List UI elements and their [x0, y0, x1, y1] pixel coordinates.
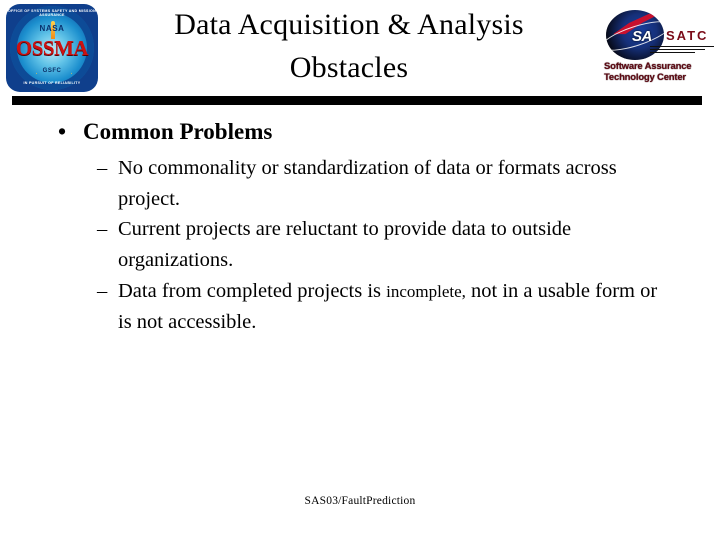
dash-marker-icon: –	[97, 156, 108, 179]
text-run: Data from completed projects is	[118, 279, 387, 302]
bullet-level2-label: Current projects are reluctant to provid…	[118, 218, 571, 271]
page-title-line-2: Obstacles	[289, 50, 409, 84]
satc-letters: SATC	[666, 28, 709, 43]
header-divider	[12, 96, 702, 105]
ossma-ring-text-top: OFFICE OF SYSTEMS SAFETY AND MISSION ASS…	[7, 9, 97, 17]
bullet-level1-label: Common Problems	[83, 119, 273, 144]
page-title-line-1: Data Acquisition & Analysis	[174, 8, 524, 41]
slide-body: • Common Problems – No commonality or st…	[0, 118, 720, 337]
slide-header: OFFICE OF SYSTEMS SAFETY AND MISSION ASS…	[0, 0, 720, 100]
ossma-ring-text-bottom: IN PURSUIT OF RELIABILITY	[23, 81, 81, 85]
ossma-seal-logo: OFFICE OF SYSTEMS SAFETY AND MISSION ASS…	[6, 4, 98, 92]
bullet-level2-item: – Current projects are reluctant to prov…	[0, 214, 720, 276]
satc-name-label: Software Assurance Technology Center	[604, 61, 716, 83]
bullet-level1-common-problems: • Common Problems	[0, 118, 720, 147]
emphasis-run: incomplete,	[386, 281, 466, 301]
page-title: Data Acquisition & Analysis Obstacles	[104, 4, 594, 89]
bullet-level2-item: – No commonality or standardization of d…	[0, 153, 720, 215]
dash-marker-icon: –	[97, 218, 108, 241]
satc-logo: SA SATC Software Assurance Technology Ce…	[602, 4, 716, 94]
bullet-marker-icon: •	[58, 119, 67, 144]
slide: OFFICE OF SYSTEMS SAFETY AND MISSION ASS…	[0, 0, 720, 540]
satc-name-line-1: Software Assurance	[604, 61, 692, 72]
satc-sa-mark: SA	[632, 28, 652, 45]
text-run: No commonality or standardization of dat…	[118, 156, 617, 210]
bullet-level2-label: No commonality or standardization of dat…	[118, 157, 617, 210]
text-run: Current projects are reluctant to provid…	[118, 218, 572, 272]
dash-marker-icon: –	[97, 279, 108, 302]
satc-name-line-2: Technology Center	[604, 72, 686, 84]
bullet-level2-label: Data from completed projects is incomple…	[118, 280, 657, 333]
ossma-center-label: GSFC	[42, 68, 62, 74]
satc-rule-lines	[650, 46, 714, 55]
ossma-agency-label: NASA	[39, 24, 65, 33]
bullet-level2-list: – No commonality or standardization of d…	[0, 153, 720, 338]
slide-footer: SAS03/FaultPrediction	[304, 495, 416, 507]
bullet-level2-item: – Data from completed projects is incomp…	[0, 276, 720, 338]
ossma-acronym-label: OSSMA	[15, 36, 89, 60]
